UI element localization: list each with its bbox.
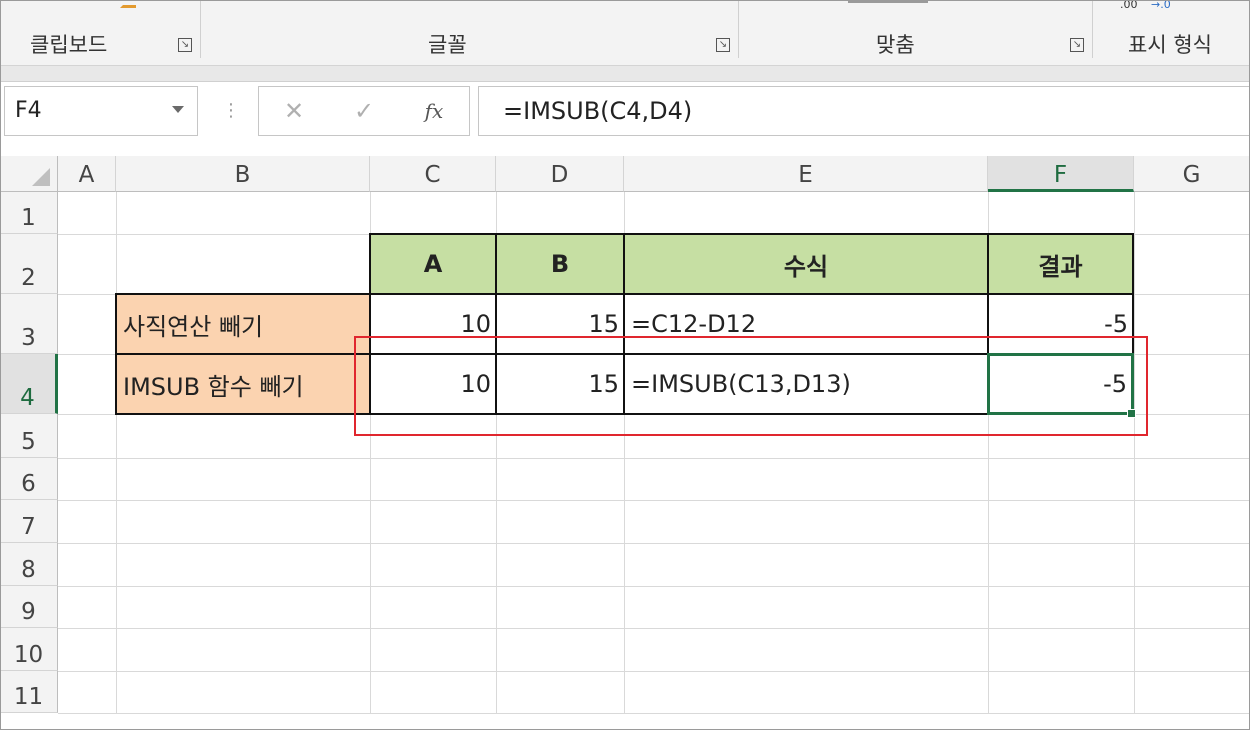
column-header-b[interactable]: B: [116, 156, 370, 192]
cancel-icon[interactable]: ✕: [274, 92, 314, 130]
name-box[interactable]: F4: [4, 86, 198, 136]
formula-input[interactable]: =IMSUB(C4,D4): [478, 86, 1250, 136]
column-header-e[interactable]: E: [624, 156, 988, 192]
gridline: [58, 458, 1250, 459]
gridline: [58, 628, 1250, 629]
select-all-triangle-icon: [32, 168, 50, 186]
paste-icon-fragment: [120, 0, 136, 8]
column-header-a[interactable]: A: [58, 156, 116, 192]
alignment-rule-mark: [848, 0, 928, 3]
more-options-icon[interactable]: ⋮: [222, 98, 240, 124]
row-header-4[interactable]: 4: [0, 354, 58, 414]
gridline: [58, 671, 1250, 672]
cell-e2[interactable]: 수식: [623, 233, 989, 295]
enter-icon[interactable]: ✓: [344, 92, 384, 130]
cell-f2[interactable]: 결과: [987, 233, 1134, 295]
gridline: [1134, 192, 1135, 713]
gridline: [116, 192, 117, 713]
column-header-d[interactable]: D: [496, 156, 624, 192]
ribbon-group-font: 글꼴: [428, 33, 467, 57]
row-header-1[interactable]: 1: [0, 192, 58, 234]
row-header-2[interactable]: 2: [0, 234, 58, 294]
cell-b4[interactable]: IMSUB 함수 빼기: [115, 353, 371, 415]
row-header-9[interactable]: 9: [0, 586, 58, 628]
font-launcher-icon[interactable]: ↘: [716, 38, 730, 52]
ribbon-separator: [200, 0, 201, 58]
ribbon-group-clipboard: 클립보드: [30, 33, 108, 57]
gridline: [58, 500, 1250, 501]
ribbon-separator: [738, 0, 739, 58]
gridline: [58, 713, 1250, 714]
insert-function-icon[interactable]: fx: [414, 92, 454, 130]
clipboard-launcher-icon[interactable]: ↘: [178, 38, 192, 52]
decimal-label: .00: [1120, 0, 1138, 11]
column-header-c[interactable]: C: [370, 156, 496, 192]
ribbon: [0, 0, 1250, 66]
gridline: [58, 543, 1250, 544]
row-header-5[interactable]: 5: [0, 414, 58, 458]
column-header-g[interactable]: G: [1134, 156, 1250, 192]
number-format-icon[interactable]: .00 →.0: [1120, 0, 1180, 12]
row-header-8[interactable]: 8: [0, 543, 58, 586]
chevron-down-icon[interactable]: [172, 106, 184, 113]
ribbon-separator: [1092, 0, 1093, 58]
arrow-right-icon: →.0: [1151, 0, 1171, 11]
row-header-10[interactable]: 10: [0, 628, 58, 671]
column-header-f[interactable]: F: [988, 156, 1134, 192]
cell-c2[interactable]: A: [369, 233, 497, 295]
highlight-box: [354, 336, 1148, 436]
cell-d2[interactable]: B: [495, 233, 625, 295]
cell-b3[interactable]: 사직연산 빼기: [115, 293, 371, 355]
ribbon-group-number: 표시 형식: [1128, 33, 1212, 57]
row-header-11[interactable]: 11: [0, 671, 58, 713]
row-header-6[interactable]: 6: [0, 458, 58, 500]
row-header-7[interactable]: 7: [0, 500, 58, 543]
alignment-launcher-icon[interactable]: ↘: [1070, 38, 1084, 52]
row-header-3[interactable]: 3: [0, 294, 58, 354]
gridline: [58, 586, 1250, 587]
ribbon-bottom-strip: [0, 66, 1250, 82]
ribbon-group-alignment: 맞춤: [876, 33, 915, 57]
